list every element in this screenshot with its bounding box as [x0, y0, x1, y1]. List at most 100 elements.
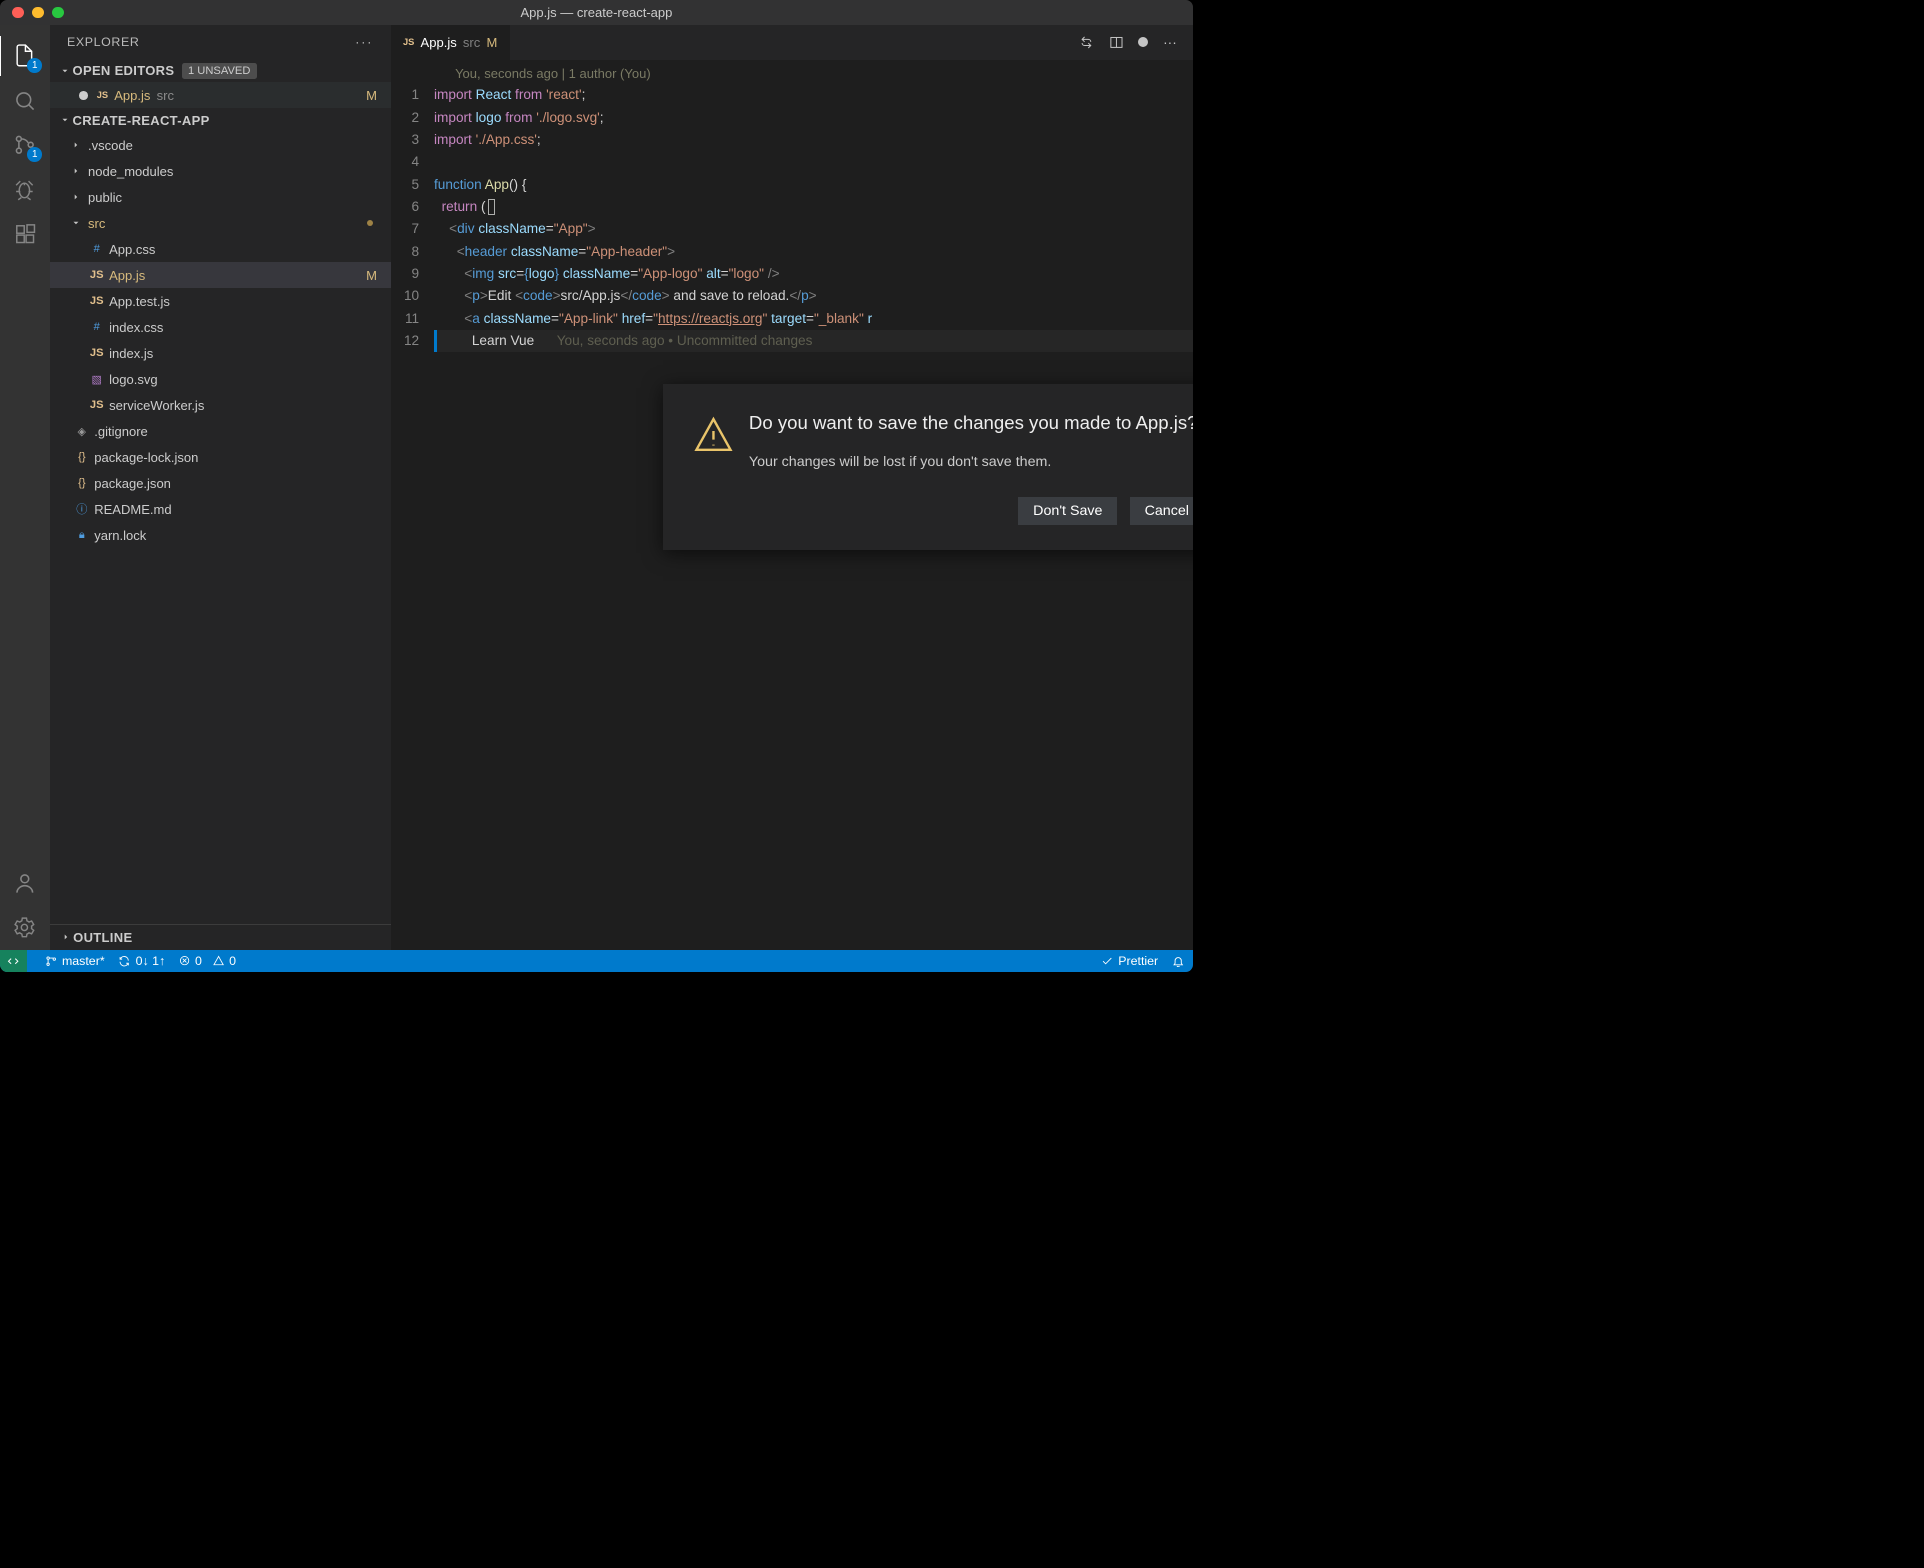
warning-icon	[693, 414, 730, 451]
split-editor-icon[interactable]	[1109, 35, 1124, 50]
titlebar: App.js — create-react-app	[0, 0, 1193, 25]
tree-file[interactable]: {} package-lock.json	[50, 444, 391, 470]
dont-save-button[interactable]: Don't Save	[1018, 497, 1117, 525]
tree-file-label: logo.svg	[109, 372, 157, 387]
chevron-right-icon	[58, 932, 73, 942]
sync-status[interactable]: 0↓ 1↑	[118, 954, 165, 968]
dialog-message: Your changes will be lost if you don't s…	[749, 454, 1193, 470]
window-close-icon[interactable]	[12, 7, 24, 19]
project-folder-label: CREATE-REACT-APP	[73, 113, 210, 128]
chevron-down-icon	[71, 218, 85, 228]
git-branch[interactable]: master*	[45, 954, 105, 968]
info-file-icon: ⓘ	[73, 501, 90, 517]
tab-status: M	[486, 35, 497, 50]
tree-folder-src[interactable]: src	[50, 210, 391, 236]
chevron-right-icon	[71, 166, 85, 176]
activity-search[interactable]	[11, 87, 38, 114]
dialog-title: Do you want to save the changes you made…	[749, 410, 1193, 436]
remote-indicator[interactable]	[0, 950, 27, 972]
save-dialog: Do you want to save the changes you made…	[663, 384, 1192, 550]
js-file-icon: JS	[88, 295, 105, 307]
unsaved-indicator-icon[interactable]	[1138, 37, 1148, 47]
chevron-down-icon	[58, 115, 73, 125]
js-file-icon: JS	[88, 347, 105, 359]
tree-folder-label: .vscode	[88, 138, 133, 153]
tree-file-label: App.css	[109, 242, 155, 257]
tree-file[interactable]: ⓘ README.md	[50, 496, 391, 522]
problems-status[interactable]: 0 0	[179, 954, 236, 968]
lock-file-icon: 🔒︎	[73, 529, 90, 542]
activity-account[interactable]	[11, 869, 38, 896]
warning-count: 0	[229, 954, 236, 968]
prettier-status[interactable]: Prettier	[1101, 954, 1158, 968]
open-editor-hint: src	[157, 88, 174, 103]
project-folder-header[interactable]: CREATE-REACT-APP	[50, 108, 391, 132]
tree-file-label: package-lock.json	[94, 450, 198, 465]
tree-folder-label: public	[88, 190, 122, 205]
chevron-right-icon	[71, 140, 85, 150]
tab-bar: JS App.js src M ···	[391, 25, 1193, 60]
json-file-icon: {}	[73, 451, 90, 463]
tree-file-label: index.css	[109, 320, 163, 335]
tree-folder-label: src	[88, 216, 105, 231]
open-editors-header[interactable]: OPEN EDITORS 1 UNSAVED	[50, 59, 391, 83]
tree-file-label: index.js	[109, 346, 153, 361]
line-numbers: 123456789101112	[391, 81, 434, 950]
prettier-label: Prettier	[1118, 954, 1158, 968]
activity-settings[interactable]	[11, 914, 38, 941]
window-minimize-icon[interactable]	[32, 7, 44, 19]
notifications-icon[interactable]	[1172, 955, 1184, 967]
tree-file-label: .gitignore	[94, 424, 148, 439]
status-bar: master* 0↓ 1↑ 0 0 Prettier	[0, 950, 1193, 972]
js-file-icon: JS	[97, 90, 108, 100]
unsaved-badge: 1 UNSAVED	[182, 63, 257, 79]
tree-file-label: package.json	[94, 476, 171, 491]
css-file-icon: #	[88, 243, 105, 255]
git-gutter-modified	[434, 330, 437, 352]
outline-label: OUTLINE	[73, 930, 132, 945]
open-editor-filename: App.js	[114, 88, 150, 103]
js-file-icon: JS	[88, 399, 105, 411]
activity-debug[interactable]	[11, 176, 38, 203]
cancel-button[interactable]: Cancel	[1130, 497, 1193, 525]
window-title: App.js — create-react-app	[520, 5, 672, 20]
tab-hint: src	[463, 35, 480, 50]
open-editor-item[interactable]: JS App.js src M	[50, 82, 391, 108]
tree-folder[interactable]: public	[50, 184, 391, 210]
compare-changes-icon[interactable]	[1079, 35, 1094, 50]
tree-file[interactable]: # App.css	[50, 236, 391, 262]
css-file-icon: #	[88, 321, 105, 333]
tree-file[interactable]: 🔒︎ yarn.lock	[50, 522, 391, 548]
tree-folder[interactable]: node_modules	[50, 158, 391, 184]
tree-file[interactable]: JS index.js	[50, 340, 391, 366]
tree-file[interactable]: ▧ logo.svg	[50, 366, 391, 392]
explorer-badge: 1	[27, 58, 42, 73]
unsaved-dot-icon	[79, 91, 88, 100]
tree-file[interactable]: {} package.json	[50, 470, 391, 496]
editor-tab[interactable]: JS App.js src M	[391, 25, 511, 60]
tree-folder[interactable]: .vscode	[50, 132, 391, 158]
outline-header[interactable]: OUTLINE	[50, 924, 391, 950]
sidebar: EXPLORER ··· OPEN EDITORS 1 UNSAVED JS A…	[50, 25, 391, 950]
svg-file-icon: ▧	[88, 373, 105, 386]
tree-file[interactable]: JS App.js M	[50, 262, 391, 288]
editor-area: JS App.js src M ··· You, seconds ago | 1…	[391, 25, 1193, 950]
tab-filename: App.js	[421, 35, 457, 50]
chevron-right-icon	[71, 192, 85, 202]
tree-file[interactable]: JS App.test.js	[50, 288, 391, 314]
js-file-icon: JS	[403, 37, 414, 47]
file-status: M	[366, 268, 377, 283]
window-zoom-icon[interactable]	[52, 7, 64, 19]
activity-explorer[interactable]: 1	[11, 42, 38, 69]
tree-file[interactable]: JS serviceWorker.js	[50, 392, 391, 418]
more-actions-icon[interactable]: ···	[1163, 35, 1177, 50]
explorer-more-icon[interactable]: ···	[355, 35, 373, 49]
gitlens-inline-blame: You, seconds ago • Uncommitted changes	[557, 333, 813, 348]
tree-file[interactable]: # index.css	[50, 314, 391, 340]
tree-file-label: yarn.lock	[94, 528, 146, 543]
tree-file[interactable]: ◈ .gitignore	[50, 418, 391, 444]
activity-scm[interactable]: 1	[11, 131, 38, 158]
modified-dot-icon	[367, 220, 373, 226]
gitignore-file-icon: ◈	[73, 425, 90, 438]
activity-extensions[interactable]	[11, 221, 38, 248]
